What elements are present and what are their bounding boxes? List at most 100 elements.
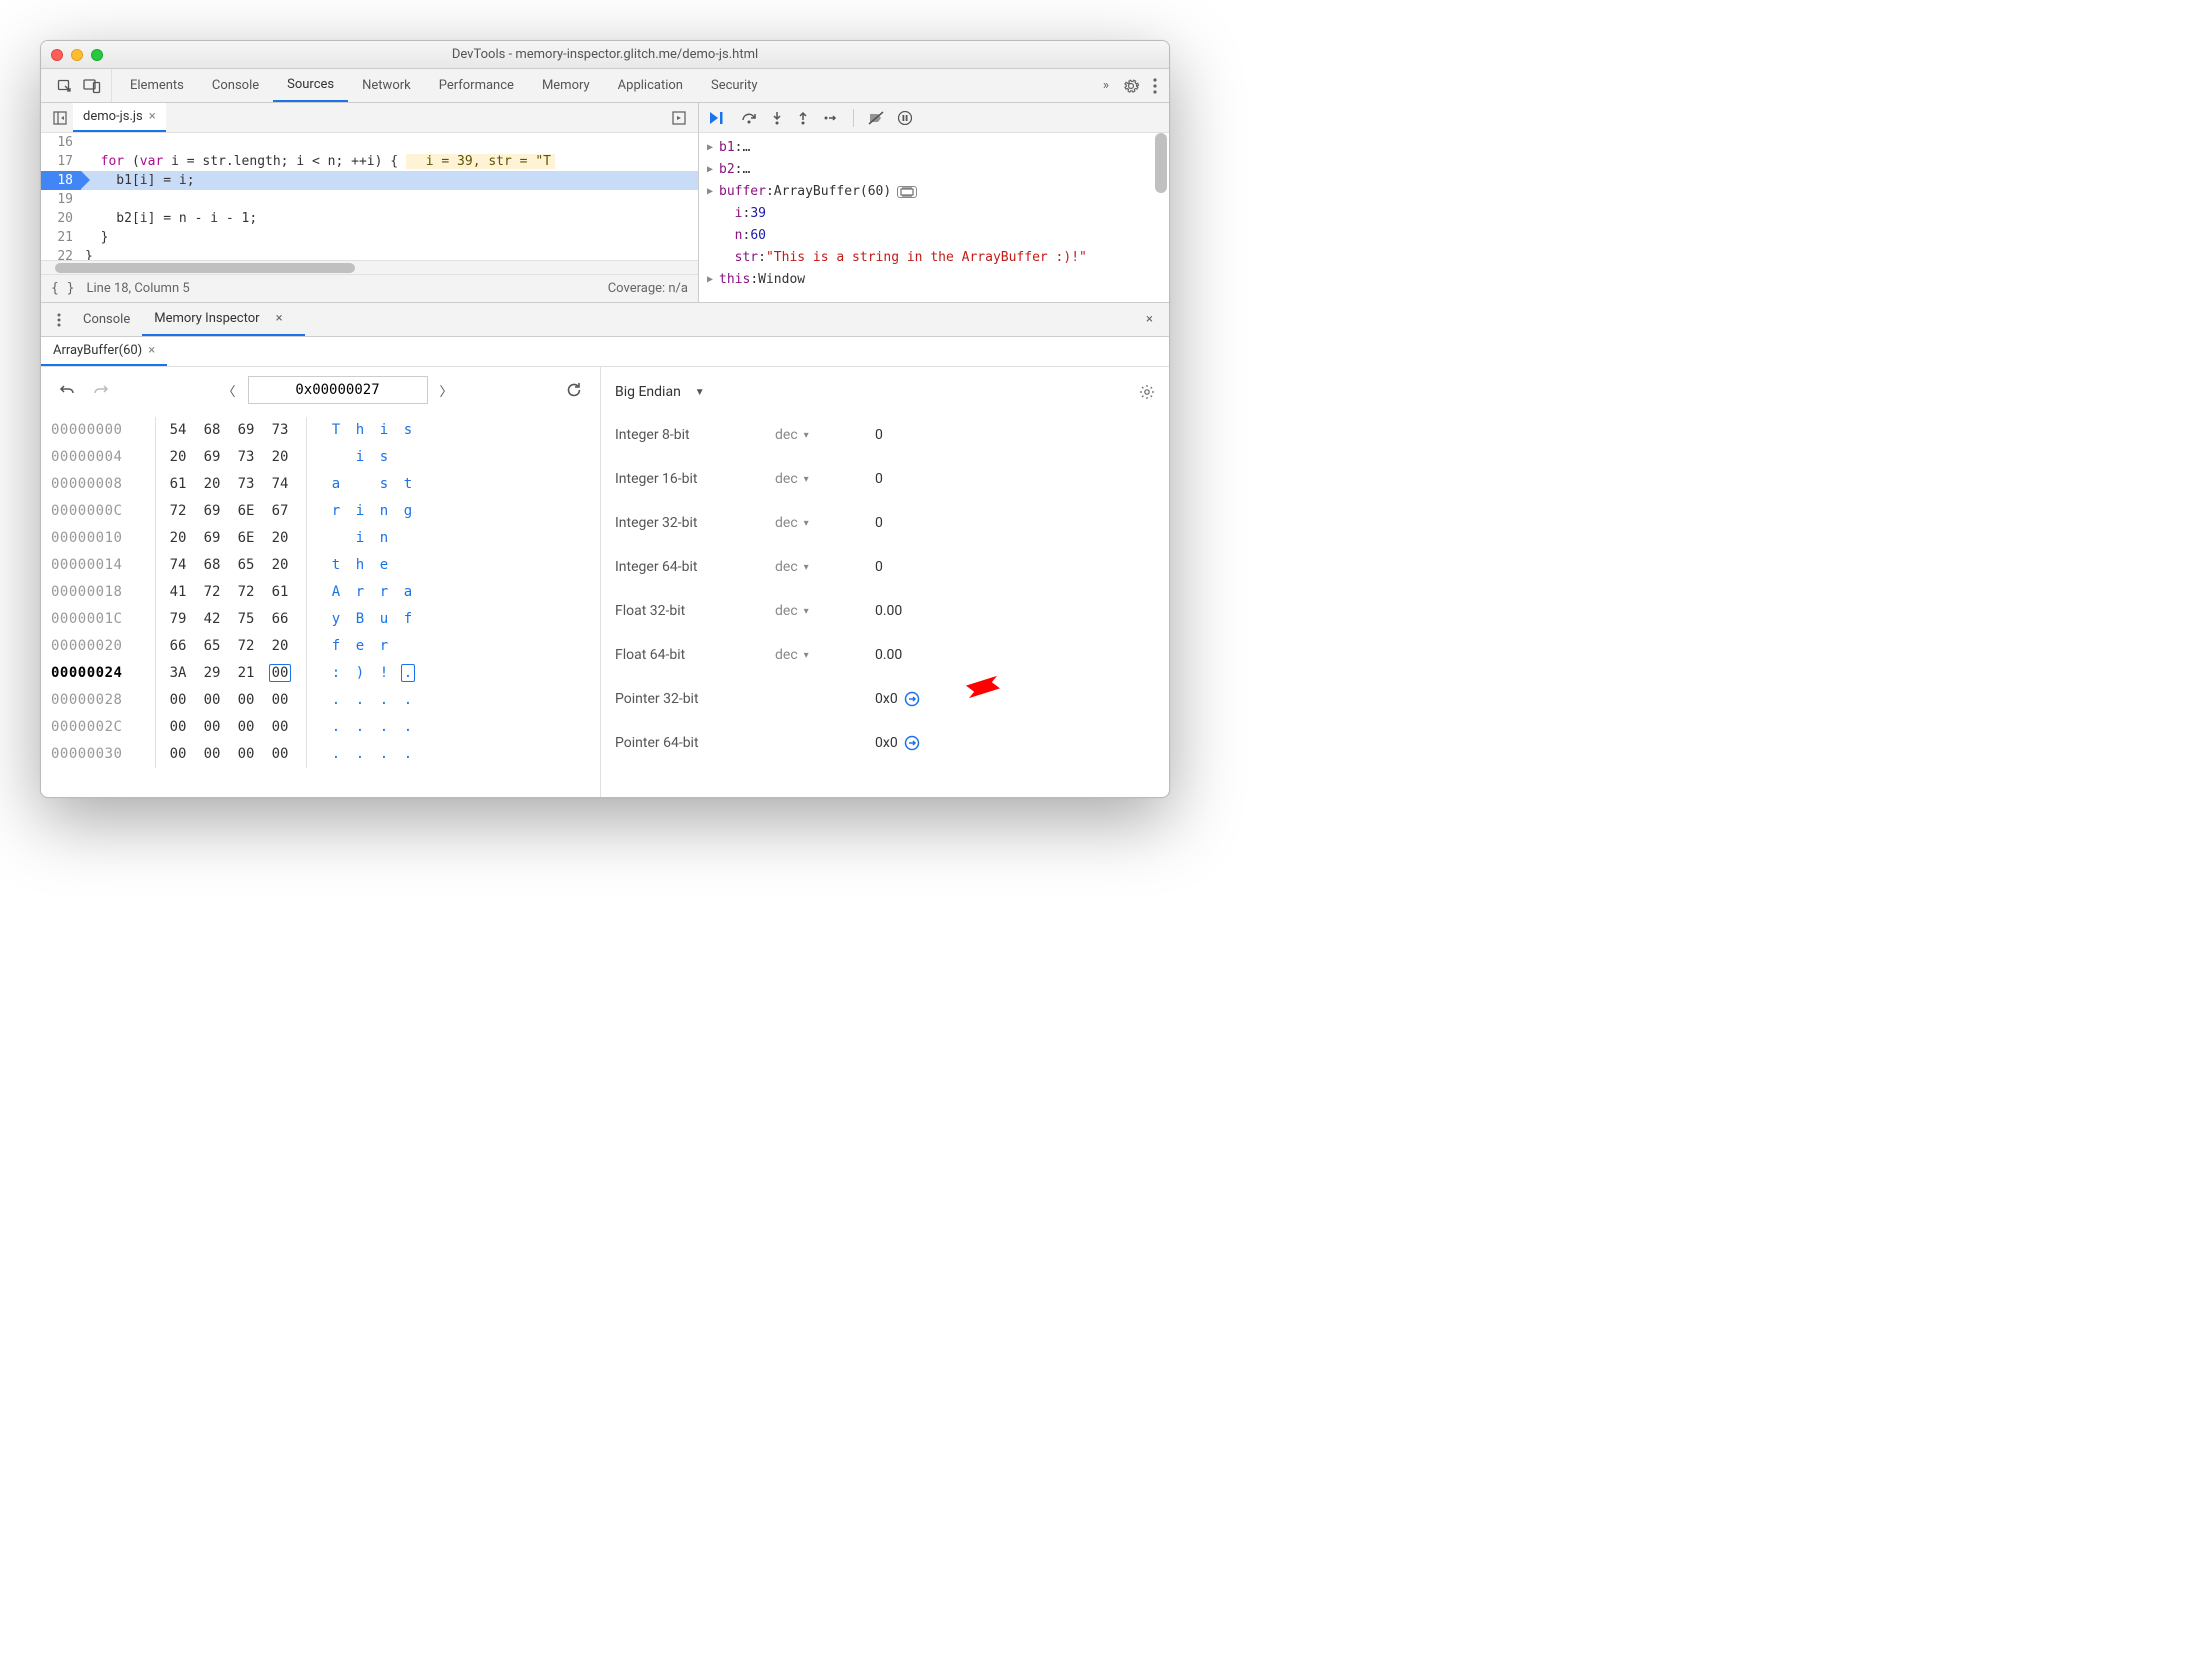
- ascii-char[interactable]: [401, 444, 415, 471]
- hex-row[interactable]: 0000002800000000....: [51, 687, 590, 714]
- hex-row[interactable]: 0000000420697320 is: [51, 444, 590, 471]
- pause-exceptions-icon[interactable]: [898, 111, 912, 125]
- hex-byte[interactable]: 20: [166, 444, 190, 471]
- ascii-char[interactable]: .: [401, 714, 415, 741]
- ascii-char[interactable]: s: [401, 417, 415, 444]
- ascii-char[interactable]: B: [353, 606, 367, 633]
- ascii-char[interactable]: .: [353, 741, 367, 768]
- hex-byte[interactable]: 00: [234, 687, 258, 714]
- source-file-tab[interactable]: demo-js.js ×: [73, 103, 166, 132]
- value-format-select[interactable]: dec: [775, 603, 798, 619]
- hex-byte[interactable]: 41: [166, 579, 190, 606]
- ascii-char[interactable]: [329, 525, 343, 552]
- hex-byte[interactable]: 69: [200, 498, 224, 525]
- dropdown-caret-icon[interactable]: ▾: [804, 474, 809, 485]
- ascii-char[interactable]: g: [401, 498, 415, 525]
- close-buffer-tab-icon[interactable]: ×: [148, 343, 155, 358]
- main-tab-security[interactable]: Security: [697, 69, 772, 102]
- hex-byte[interactable]: 6E: [234, 498, 258, 525]
- jump-to-address-icon[interactable]: [904, 735, 920, 751]
- hex-byte[interactable]: 20: [166, 525, 190, 552]
- hex-byte[interactable]: 69: [234, 417, 258, 444]
- hex-byte[interactable]: 00: [268, 714, 292, 741]
- ascii-char[interactable]: [401, 633, 415, 660]
- ascii-char[interactable]: f: [329, 633, 343, 660]
- hex-byte[interactable]: 6E: [234, 525, 258, 552]
- ascii-char[interactable]: i: [377, 417, 391, 444]
- ascii-char[interactable]: a: [329, 471, 343, 498]
- ascii-char[interactable]: .: [329, 741, 343, 768]
- hex-byte[interactable]: 00: [166, 714, 190, 741]
- ascii-char[interactable]: e: [377, 552, 391, 579]
- line-number[interactable]: 20: [41, 209, 73, 228]
- hex-byte[interactable]: 67: [268, 498, 292, 525]
- dropdown-caret-icon[interactable]: ▾: [804, 606, 809, 617]
- ascii-char[interactable]: y: [329, 606, 343, 633]
- ascii-char[interactable]: t: [401, 471, 415, 498]
- redo-icon[interactable]: [89, 379, 113, 401]
- dropdown-caret-icon[interactable]: ▾: [804, 562, 809, 573]
- ascii-char[interactable]: .: [353, 687, 367, 714]
- ascii-char[interactable]: h: [353, 552, 367, 579]
- ascii-char[interactable]: ): [353, 660, 367, 687]
- line-number[interactable]: 17: [41, 152, 73, 171]
- hex-row[interactable]: 000000243A292100:)!.: [51, 660, 590, 687]
- ascii-char[interactable]: [329, 444, 343, 471]
- value-format-select[interactable]: dec: [775, 471, 798, 487]
- hex-row[interactable]: 0000002066657220fer: [51, 633, 590, 660]
- hex-byte[interactable]: 00: [268, 687, 292, 714]
- hex-byte[interactable]: 20: [268, 444, 292, 471]
- more-tabs-icon[interactable]: [666, 111, 692, 125]
- hex-row[interactable]: 0000002C00000000....: [51, 714, 590, 741]
- ascii-char[interactable]: A: [329, 579, 343, 606]
- hex-byte[interactable]: 73: [268, 417, 292, 444]
- ascii-char[interactable]: r: [377, 633, 391, 660]
- value-settings-gear-icon[interactable]: [1139, 384, 1155, 400]
- hex-byte[interactable]: 66: [268, 606, 292, 633]
- line-number[interactable]: 22: [41, 247, 73, 260]
- value-format-select[interactable]: dec: [775, 647, 798, 663]
- hex-row[interactable]: 0000000C72696E67ring: [51, 498, 590, 525]
- main-tab-application[interactable]: Application: [604, 69, 697, 102]
- hex-row[interactable]: 0000003000000000....: [51, 741, 590, 768]
- hex-byte[interactable]: 00: [234, 741, 258, 768]
- resume-icon[interactable]: [709, 111, 727, 125]
- ascii-char[interactable]: !: [377, 660, 391, 687]
- ascii-char[interactable]: e: [353, 633, 367, 660]
- pretty-print-icon[interactable]: { }: [51, 281, 74, 296]
- hex-byte[interactable]: 20: [200, 471, 224, 498]
- endianness-select[interactable]: Big Endian: [615, 384, 681, 400]
- hex-byte[interactable]: 72: [234, 633, 258, 660]
- hex-byte[interactable]: 74: [166, 552, 190, 579]
- ascii-char[interactable]: n: [377, 498, 391, 525]
- step-icon[interactable]: [823, 112, 839, 124]
- close-tab-icon[interactable]: ×: [149, 109, 156, 124]
- hex-row[interactable]: 0000000054686973This: [51, 417, 590, 444]
- ascii-char[interactable]: .: [401, 687, 415, 714]
- hex-byte[interactable]: 72: [234, 579, 258, 606]
- main-tab-performance[interactable]: Performance: [425, 69, 528, 102]
- drawer-tab-console[interactable]: Console: [71, 303, 142, 336]
- step-out-icon[interactable]: [797, 111, 809, 125]
- ascii-char[interactable]: t: [329, 552, 343, 579]
- ascii-char[interactable]: :: [329, 660, 343, 687]
- hex-byte[interactable]: 42: [200, 606, 224, 633]
- hex-byte[interactable]: 65: [234, 552, 258, 579]
- ascii-char[interactable]: i: [353, 444, 367, 471]
- jump-to-address-icon[interactable]: [904, 691, 920, 707]
- ascii-char[interactable]: .: [377, 714, 391, 741]
- hex-byte[interactable]: 54: [166, 417, 190, 444]
- navigator-toggle-icon[interactable]: [47, 111, 73, 125]
- code-editor[interactable]: 16171819202122 for (var i = str.length; …: [41, 133, 698, 260]
- ascii-char[interactable]: r: [329, 498, 343, 525]
- kebab-menu-icon[interactable]: [1153, 78, 1157, 94]
- dropdown-caret-icon[interactable]: ▾: [804, 518, 809, 529]
- ascii-char[interactable]: s: [377, 471, 391, 498]
- dropdown-caret-icon[interactable]: ▼: [695, 387, 705, 398]
- hex-byte[interactable]: 00: [268, 660, 292, 687]
- hex-byte[interactable]: 29: [200, 660, 224, 687]
- hex-byte[interactable]: 75: [234, 606, 258, 633]
- dropdown-caret-icon[interactable]: ▾: [804, 430, 809, 441]
- reveal-in-memory-icon[interactable]: [897, 186, 917, 198]
- hex-byte[interactable]: 68: [200, 552, 224, 579]
